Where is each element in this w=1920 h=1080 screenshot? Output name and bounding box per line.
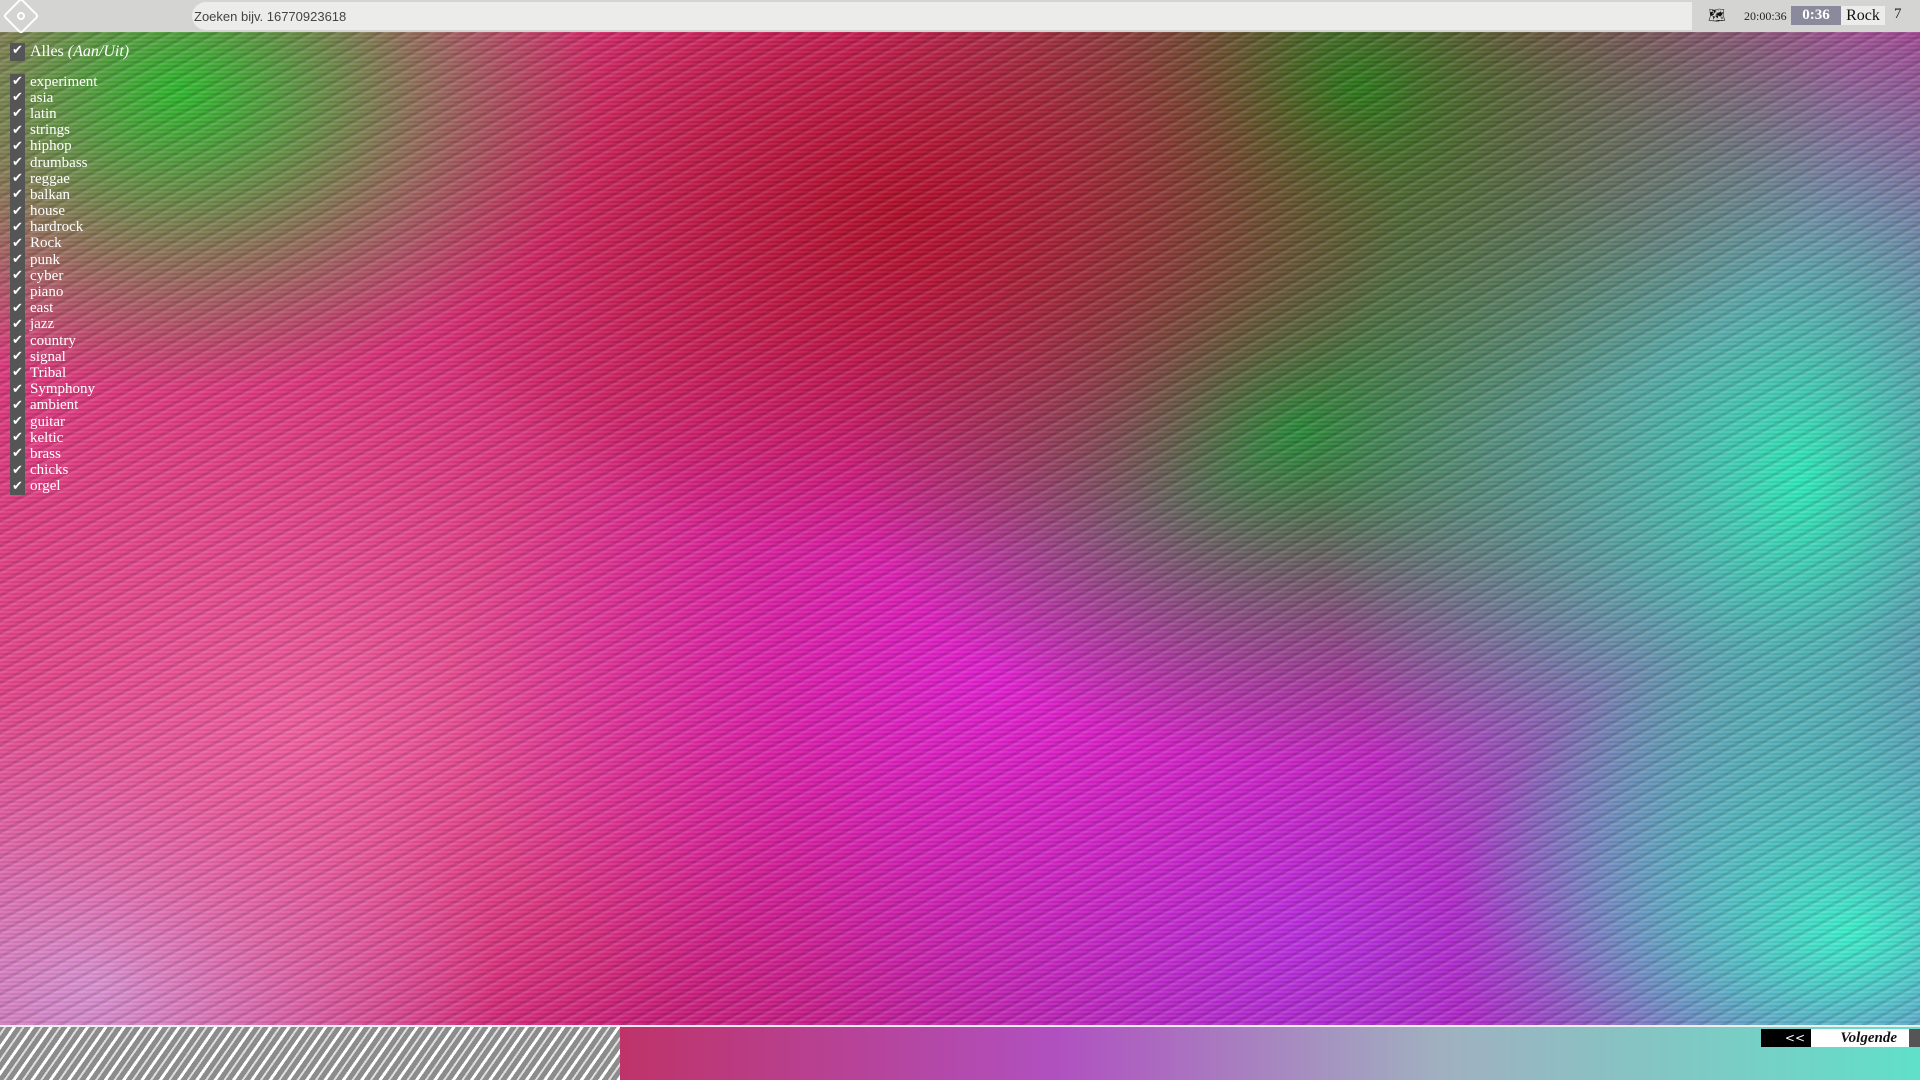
filter-item-label: guitar [30,413,65,430]
checkbox-checked-icon[interactable]: ✔ [10,349,25,366]
filter-item[interactable]: ✔ hardrock [10,219,129,236]
filter-item-label: brass [30,445,61,462]
filter-item-label: east [30,300,54,317]
count: 7 [1894,6,1902,22]
filter-item[interactable]: ✔ piano [10,284,129,301]
checkbox-checked-icon[interactable]: ✔ [10,106,25,123]
filter-item-label: cyber [30,267,64,284]
filter-item-label: orgel [30,478,61,495]
genre-filter-list: ✔ Alles (Aan/Uit) ✔ experiment ✔ asia ✔ latin… [10,42,129,495]
filter-item[interactable]: ✔ Symphony [10,381,129,398]
filter-item[interactable]: ✔ Tribal [10,364,129,382]
filter-item-label: balkan [30,186,70,203]
filter-item[interactable]: ✔ punk [10,251,129,269]
current-genre[interactable]: Rock [1841,6,1885,25]
filter-item[interactable]: ✔ balkan [10,186,129,204]
filter-item-label: reggae [30,170,70,187]
filter-item[interactable]: ✔ brass [10,445,129,463]
checkbox-checked-icon[interactable]: ✔ [10,365,25,382]
world-map-icon[interactable]: 🗺 [1708,8,1726,25]
checkbox-checked-icon[interactable]: ✔ [10,203,25,220]
checkbox-checked-icon[interactable]: ✔ [10,138,25,155]
filter-item-label: jazz [30,316,55,333]
visualizer-canvas [0,32,1920,1025]
checkbox-checked-icon[interactable]: ✔ [10,122,25,139]
checkbox-checked-icon[interactable]: ✔ [10,171,25,188]
filter-item-label: hardrock [30,219,84,236]
filter-item[interactable]: ✔ hiphop [10,138,129,155]
checkbox-checked-icon[interactable]: ✔ [10,413,25,431]
checkbox-checked-icon[interactable]: ✔ [10,316,25,333]
checkbox-checked-icon[interactable]: ✔ [10,333,25,350]
filter-item-label: strings [30,122,71,139]
filter-item-label: latin [30,105,57,122]
filter-item[interactable]: ✔ latin [10,105,129,123]
checkbox-checked-icon[interactable]: ✔ [10,187,25,204]
logo-icon[interactable] [2,0,40,35]
next-button[interactable]: Volgende [1811,1029,1909,1047]
filter-item[interactable]: ✔ reggae [10,170,129,188]
checkbox-checked-icon[interactable]: ✔ [10,219,25,236]
checkbox-checked-icon[interactable]: ✔ [10,74,25,91]
filter-all-toggle[interactable]: (Aan/Uit) [68,43,129,61]
checkbox-checked-icon[interactable]: ✔ [10,154,25,172]
filter-item-label: Rock [30,235,62,252]
filter-item-label: keltic [30,429,64,446]
filter-item[interactable]: ✔ drumbass [10,154,129,172]
elapsed-timer: 0:36 [1791,6,1841,25]
filter-item[interactable]: ✔ Rock [10,235,129,253]
filter-item[interactable]: ✔ strings [10,122,129,139]
filter-item[interactable]: ✔ keltic [10,429,129,447]
filter-item-label: ambient [30,397,79,414]
checkbox-checked-icon[interactable]: ✔ [10,462,25,479]
filter-item-label: Symphony [30,381,96,398]
checkbox-checked-icon[interactable]: ✔ [10,90,25,107]
checkbox-checked-icon[interactable]: ✔ [10,268,25,285]
filter-item-label: chicks [30,462,69,479]
filter-item[interactable]: ✔ guitar [10,413,129,431]
checkbox-checked-icon[interactable]: ✔ [10,252,25,269]
filter-item-label: drumbass [30,154,88,171]
top-bar: 🗺 20:00:36 0:36 Rock 7 [0,0,1920,35]
filter-all-label: Alles [30,43,64,60]
filter-item[interactable]: ✔ signal [10,348,129,366]
checkbox-checked-icon[interactable]: ✔ [10,300,25,317]
filter-item[interactable]: ✔ ambient [10,397,129,414]
previous-button[interactable]: << [1761,1029,1811,1047]
checkbox-checked-icon[interactable]: ✔ [10,478,25,495]
filter-item[interactable]: ✔ country [10,332,129,350]
checkbox-checked-icon[interactable]: ✔ [10,430,25,447]
filter-item-label: country [30,332,76,349]
filter-all[interactable]: ✔ Alles (Aan/Uit) [10,42,129,62]
checkbox-checked-icon[interactable]: ✔ [10,284,25,301]
progress-bar[interactable] [0,1027,621,1080]
filter-item-label: punk [30,251,60,268]
scroll-handle[interactable] [1909,1029,1920,1047]
filter-item[interactable]: ✔ east [10,300,129,317]
checkbox-checked-icon[interactable]: ✔ [10,381,25,398]
checkbox-checked-icon[interactable]: ✔ [10,235,25,253]
filter-item[interactable]: ✔ chicks [10,462,129,479]
filter-item[interactable]: ✔ house [10,203,129,220]
filter-item-label: hiphop [30,138,72,155]
clock: 20:00:36 [1744,9,1787,23]
filter-item[interactable]: ✔ jazz [10,316,129,333]
filter-item-label: signal [30,348,66,365]
checkbox-checked-icon[interactable]: ✔ [10,43,25,61]
filter-item[interactable]: ✔ cyber [10,267,129,285]
filter-item-label: asia [30,89,54,106]
filter-item[interactable]: ✔ orgel [10,478,129,495]
filter-item-label: piano [30,284,64,301]
checkbox-checked-icon[interactable]: ✔ [10,397,25,414]
checkbox-checked-icon[interactable]: ✔ [10,446,25,463]
bottom-bar: << Volgende [0,1025,1920,1080]
search-input[interactable] [192,2,1692,30]
filter-item-label: experiment [30,73,98,90]
filter-item-label: Tribal [30,364,67,381]
filter-item-label: house [30,203,65,220]
filter-item[interactable]: ✔ experiment [10,73,129,91]
filter-item[interactable]: ✔ asia [10,89,129,107]
